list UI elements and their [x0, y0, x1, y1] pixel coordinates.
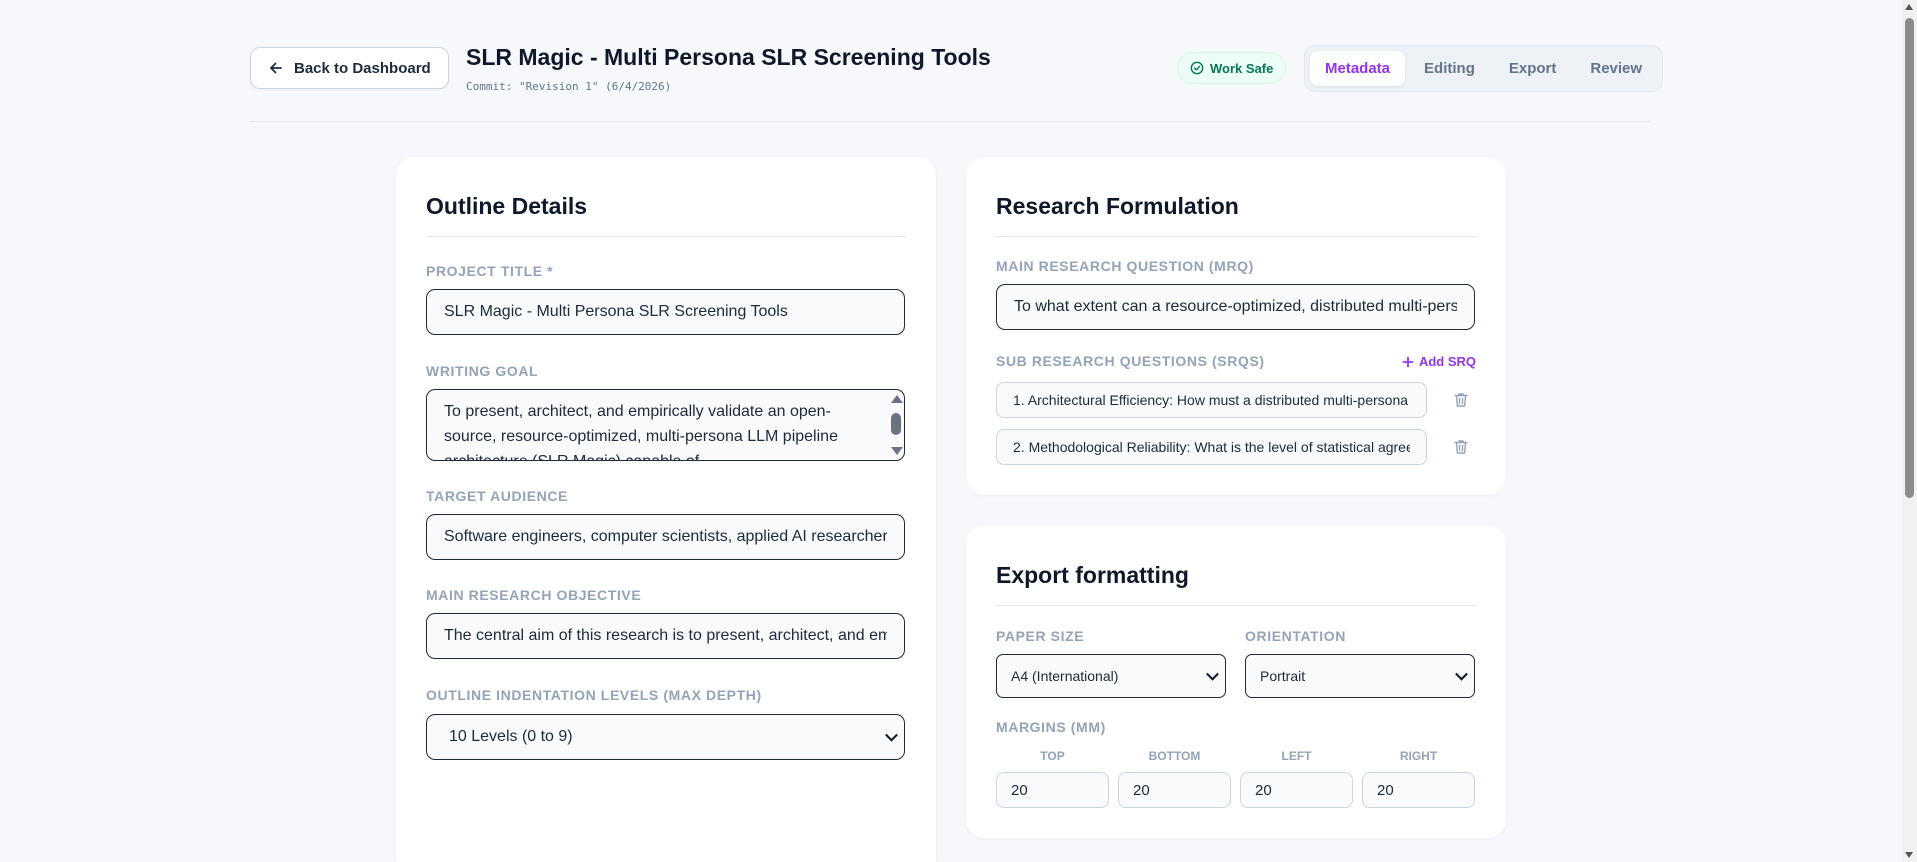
mrq-input[interactable]: To what extent can a resource-optimized,… [996, 284, 1475, 330]
add-srq-button[interactable]: Add SRQ [1402, 354, 1476, 369]
margin-top-input[interactable]: 20 [996, 772, 1109, 808]
page-scroll-thumb[interactable] [1905, 18, 1914, 498]
export-formatting-card: Export formatting PAPER SIZE A4 (Interna… [966, 526, 1506, 838]
trash-icon[interactable] [1452, 438, 1470, 456]
mrq-label: MAIN RESEARCH QUESTION (MRQ) [996, 258, 1254, 274]
view-tabs: Metadata Editing Export Review [1304, 45, 1664, 92]
chevron-down-icon [885, 728, 898, 742]
trash-icon[interactable] [1452, 391, 1470, 409]
tab-review[interactable]: Review [1575, 51, 1657, 86]
margin-left-label: LEFT [1281, 749, 1312, 763]
back-button-label: Back to Dashboard [294, 59, 431, 77]
max-depth-label: OUTLINE INDENTATION LEVELS (MAX DEPTH) [426, 687, 762, 703]
orientation-select[interactable]: Portrait [1245, 654, 1475, 698]
paper-size-label: PAPER SIZE [996, 628, 1085, 644]
tab-editing[interactable]: Editing [1409, 51, 1490, 86]
add-srq-label: Add SRQ [1418, 354, 1476, 369]
margin-right-input[interactable]: 20 [1362, 772, 1475, 808]
margin-right-label: RIGHT [1399, 749, 1438, 763]
scroll-up-icon[interactable] [1905, 4, 1913, 10]
page-title: SLR Magic - Multi Persona SLR Screening … [466, 44, 991, 70]
srq-input[interactable]: 2. Methodological Reliability: What is t… [996, 429, 1427, 465]
tab-export[interactable]: Export [1494, 51, 1572, 86]
target-audience-input[interactable]: Software engineers, computer scientists,… [426, 514, 905, 560]
target-audience-label: TARGET AUDIENCE [426, 488, 568, 504]
writing-goal-label: WRITING GOAL [426, 363, 539, 379]
margin-top-label: TOP [1040, 749, 1065, 763]
orientation-label: ORIENTATION [1245, 628, 1346, 644]
project-title-input[interactable]: SLR Magic - Multi Persona SLR Screening … [426, 289, 905, 335]
srq-input[interactable]: 1. Architectural Efficiency: How must a … [996, 382, 1427, 418]
scroll-thumb[interactable] [891, 413, 901, 435]
outline-details-title: Outline Details [426, 193, 588, 219]
writing-goal-textarea[interactable]: To present, architect, and empirically v… [426, 389, 905, 461]
chevron-down-icon [1455, 667, 1468, 681]
plus-icon [1402, 356, 1414, 367]
margin-bottom-label: BOTTOM [1148, 749, 1201, 763]
commit-info: Commit: "Revision 1" (6/4/2026) [466, 80, 672, 93]
check-circle-icon [1190, 61, 1204, 75]
header-divider [250, 121, 1650, 122]
paper-size-select[interactable]: A4 (International) [996, 654, 1226, 698]
scroll-down-icon[interactable] [1905, 852, 1913, 858]
main-objective-label: MAIN RESEARCH OBJECTIVE [426, 587, 642, 603]
status-badge-label: Work Safe [1210, 60, 1274, 76]
margins-label: MARGINS (MM) [996, 719, 1106, 735]
export-formatting-title: Export formatting [996, 562, 1189, 588]
tab-metadata[interactable]: Metadata [1310, 51, 1406, 86]
margin-bottom-input[interactable]: 20 [1118, 772, 1231, 808]
back-to-dashboard-button[interactable]: Back to Dashboard [250, 47, 449, 89]
status-badge: Work Safe [1177, 52, 1287, 84]
max-depth-select[interactable]: 10 Levels (0 to 9) [426, 714, 905, 760]
arrow-left-icon [270, 62, 282, 74]
chevron-down-icon [1206, 667, 1219, 681]
research-formulation-title: Research Formulation [996, 193, 1239, 219]
margin-left-input[interactable]: 20 [1240, 772, 1353, 808]
scroll-down-icon[interactable] [891, 447, 903, 455]
research-divider [996, 236, 1476, 237]
page-header: Back to Dashboard SLR Magic - Multi Pers… [250, 44, 1664, 122]
export-divider [996, 605, 1476, 606]
srq-label: SUB RESEARCH QUESTIONS (SRQS) [996, 353, 1265, 369]
outline-details-card: Outline Details PROJECT TITLE * SLR Magi… [396, 157, 936, 862]
main-objective-input[interactable]: The central aim of this research is to p… [426, 613, 905, 659]
outline-divider [426, 236, 906, 237]
scroll-up-icon[interactable] [891, 395, 903, 403]
research-formulation-card: Research Formulation MAIN RESEARCH QUEST… [966, 157, 1506, 495]
textarea-scrollbar[interactable] [890, 393, 903, 457]
project-title-label: PROJECT TITLE * [426, 263, 554, 279]
page-scrollbar[interactable] [1902, 0, 1917, 862]
